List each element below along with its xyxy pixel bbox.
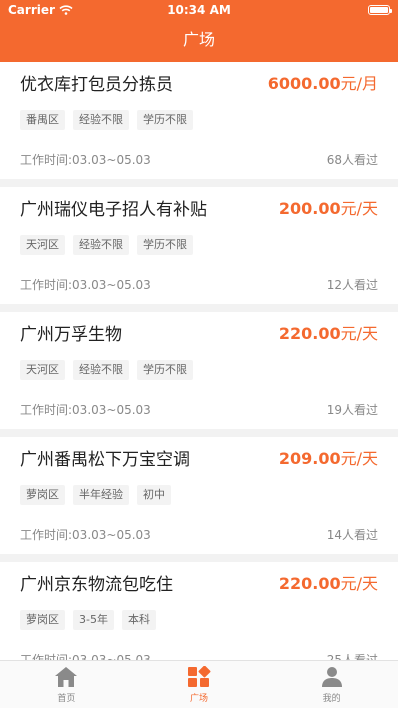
view-count: 19人看过 [326,403,378,417]
home-icon [55,667,78,687]
work-period: 工作时间:03.03~05.03 [20,403,151,417]
tag-education: 学历不限 [137,235,193,255]
job-title: 广州万孚生物 [20,325,122,345]
tag-district: 天河区 [20,360,65,380]
tab-bar: 首页 广场 我的 [0,660,398,708]
job-card[interactable]: 优衣库打包员分拣员 6000.00元/月 番禺区 经验不限 学历不限 工作时间:… [0,62,398,179]
salary-unit: 元/天 [340,449,378,468]
grid-icon [188,666,211,687]
job-title: 广州瑞仪电子招人有补贴 [20,200,207,220]
tag-district: 萝岗区 [20,610,65,630]
salary-amount: 6000.00 [267,74,341,93]
salary-amount: 209.00 [278,449,341,468]
status-bar: Carrier 10:34 AM [0,0,398,20]
job-title: 优衣库打包员分拣员 [20,75,173,95]
job-tags: 萝岗区 半年经验 初中 [20,485,171,505]
work-period: 工作时间:03.03~05.03 [20,153,151,167]
job-card[interactable]: 广州瑞仪电子招人有补贴 200.00元/天 天河区 经验不限 学历不限 工作时间… [0,187,398,304]
tab-square[interactable]: 广场 [133,661,266,708]
job-card[interactable]: 广州万孚生物 220.00元/天 天河区 经验不限 学历不限 工作时间:03.0… [0,312,398,429]
work-period: 工作时间:03.03~05.03 [20,653,151,660]
tag-experience: 经验不限 [73,235,129,255]
salary-unit: 元/天 [340,199,378,218]
tab-label: 广场 [190,694,209,704]
job-tags: 天河区 经验不限 学历不限 [20,235,193,255]
user-icon [321,667,342,687]
work-period: 工作时间:03.03~05.03 [20,528,151,542]
view-count: 25人看过 [326,653,378,660]
salary-amount: 200.00 [278,199,341,218]
job-title: 广州番禺松下万宝空调 [20,450,190,470]
job-tags: 萝岗区 3-5年 本科 [20,610,156,630]
job-salary: 220.00元/天 [279,320,378,344]
tag-experience: 3-5年 [73,610,114,630]
tag-district: 天河区 [20,235,65,255]
tag-experience: 半年经验 [73,485,129,505]
job-title: 广州京东物流包吃住 [20,575,173,595]
tag-education: 初中 [137,485,171,505]
tag-experience: 经验不限 [73,360,129,380]
clock: 10:34 AM [167,3,231,17]
tab-mine[interactable]: 我的 [265,661,398,708]
salary-unit: 元/月 [340,74,378,93]
tab-home[interactable]: 首页 [0,661,133,708]
tag-district: 番禺区 [20,110,65,130]
tag-education: 本科 [121,610,156,630]
job-salary: 200.00元/天 [279,195,378,219]
view-count: 68人看过 [326,153,378,167]
job-salary: 6000.00元/月 [268,70,378,94]
job-card[interactable]: 广州番禺松下万宝空调 209.00元/天 萝岗区 半年经验 初中 工作时间:03… [0,437,398,554]
salary-unit: 元/天 [340,324,378,343]
tag-experience: 经验不限 [73,110,129,130]
top-bar: Carrier 10:34 AM 广场 [0,0,398,62]
salary-unit: 元/天 [340,574,378,593]
tab-label: 首页 [57,694,76,704]
page-title: 广场 [182,30,215,49]
salary-amount: 220.00 [278,324,341,343]
view-count: 12人看过 [326,278,378,292]
job-tags: 番禺区 经验不限 学历不限 [20,110,193,130]
tag-district: 萝岗区 [20,485,65,505]
salary-amount: 220.00 [278,574,341,593]
job-card[interactable]: 广州京东物流包吃住 220.00元/天 萝岗区 3-5年 本科 工作时间:03.… [0,562,398,660]
work-period: 工作时间:03.03~05.03 [20,278,151,292]
view-count: 14人看过 [326,528,378,542]
tag-education: 学历不限 [137,110,193,130]
job-list[interactable]: 优衣库打包员分拣员 6000.00元/月 番禺区 经验不限 学历不限 工作时间:… [0,62,398,660]
job-tags: 天河区 经验不限 学历不限 [20,360,193,380]
tab-label: 我的 [322,694,341,704]
tag-education: 学历不限 [137,360,193,380]
job-salary: 220.00元/天 [279,570,378,594]
battery-icon [368,5,392,15]
job-salary: 209.00元/天 [279,445,378,469]
